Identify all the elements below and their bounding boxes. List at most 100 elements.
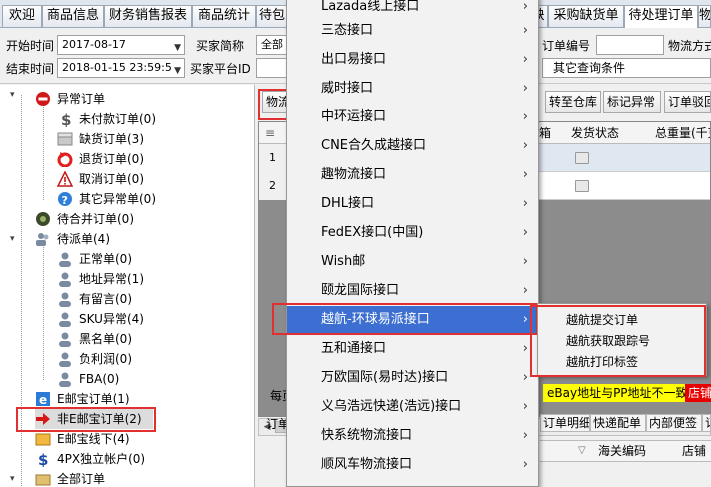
- detail-header-cell[interactable]: 店铺: [682, 440, 706, 462]
- menu-item-label: 快系统物流接口: [321, 428, 413, 443]
- order-no-label: 订单编号: [542, 39, 591, 53]
- menu-item-quwuliu[interactable]: 趣物流接口 ›: [287, 161, 538, 189]
- other-query-select[interactable]: 其它查询条件: [542, 58, 711, 78]
- menu-item-label: 越航-环球易派接口: [321, 312, 430, 327]
- tree-item-label: 缺货订单(3): [79, 132, 144, 146]
- submenu-get-tracking[interactable]: 越航获取跟踪号: [538, 330, 706, 352]
- sort-icon[interactable]: ▽: [578, 440, 586, 462]
- chevron-right-icon: ›: [522, 167, 528, 182]
- grid-menu-icon[interactable]: ≡: [265, 122, 275, 144]
- menu-item-label: 出口易接口: [321, 52, 387, 67]
- menu-item-zhonghuanyun[interactable]: 中环运接口 ›: [287, 103, 538, 131]
- tab-product-stats[interactable]: 商品统计: [192, 5, 256, 27]
- grid-header-cell[interactable]: 总重量(千克: [655, 122, 710, 144]
- menu-item-dhl[interactable]: DHL接口 ›: [287, 190, 538, 218]
- start-time-field[interactable]: 2017-08-17 ▼: [57, 35, 185, 55]
- warning-icon: [57, 171, 73, 187]
- warning-store: 店铺E: [685, 384, 711, 402]
- submenu-print-label[interactable]: 越航打印标签: [538, 351, 706, 373]
- menu-item-label: FedEX接口(中国): [321, 225, 424, 240]
- other-query-value: 其它查询条件: [553, 61, 626, 75]
- chevron-right-icon: ›: [522, 23, 528, 38]
- menu-item-cne[interactable]: CNE合久成越接口 ›: [287, 132, 538, 160]
- menu-item-label: Wish邮: [321, 254, 366, 269]
- tab-pending-orders[interactable]: 待处理订单: [624, 5, 698, 28]
- collapse-icon[interactable]: ▾: [10, 235, 19, 244]
- chevron-right-icon: ›: [522, 370, 528, 385]
- folder-icon: [35, 433, 51, 446]
- menu-item-yuehang[interactable]: 越航-环球易派接口 ›: [287, 306, 538, 334]
- chevron-right-icon: ›: [522, 312, 528, 327]
- menu-item-santai[interactable]: 三态接口 ›: [287, 17, 538, 45]
- buyer-platform-label: 买家平台ID: [190, 62, 251, 76]
- tab-purchase-shortage[interactable]: 采购缺货单: [548, 5, 624, 27]
- tree-item-label: 其它异常单(0): [79, 192, 156, 206]
- menu-item-haoyuan[interactable]: 义乌浩远快递(浩远)接口 ›: [287, 393, 538, 421]
- end-time-field[interactable]: 2018-01-15 23:59:5 ▼: [57, 58, 185, 78]
- tab-pending-pack[interactable]: 待包: [256, 5, 288, 27]
- menu-item-label: 威时接口: [321, 81, 374, 96]
- tab-order-detail[interactable]: 订单明细: [540, 414, 590, 432]
- tree-item-label: E邮宝订单(1): [57, 392, 130, 406]
- order-review-button[interactable]: 订单驳回: [664, 91, 711, 113]
- tab-express-assign[interactable]: 快递配单: [590, 414, 646, 432]
- logistics-label: 物流方式: [668, 39, 711, 53]
- menu-item-label: 中环运接口: [321, 109, 387, 124]
- chevron-right-icon: ›: [522, 283, 528, 298]
- chevron-right-icon: ›: [522, 196, 528, 211]
- user-icon: [59, 252, 71, 267]
- svg-text:$: $: [38, 451, 48, 467]
- submenu-submit-order[interactable]: 越航提交订单: [538, 309, 706, 331]
- menu-item-weishi[interactable]: 威时接口 ›: [287, 75, 538, 103]
- dollar-icon: $: [61, 111, 71, 127]
- package-icon: [575, 152, 589, 164]
- svg-text:?: ?: [62, 194, 68, 207]
- e-icon: e: [36, 392, 50, 407]
- menu-item-wanou[interactable]: 万欧国际(易时达)接口 ›: [287, 364, 538, 392]
- order-no-input[interactable]: [596, 35, 664, 55]
- question-icon: ?: [58, 192, 72, 207]
- tree-item-label: E邮宝线下(4): [57, 432, 130, 446]
- menu-item-kuaixitong[interactable]: 快系统物流接口 ›: [287, 422, 538, 450]
- user-icon: [59, 312, 71, 327]
- tree-item-label: 异常订单: [57, 92, 106, 106]
- tree-item-label: 未付款订单(0): [79, 112, 156, 126]
- tab-product-info[interactable]: 商品信息: [42, 5, 104, 27]
- tab-order-more[interactable]: 订单: [702, 414, 711, 432]
- buyer-short-select[interactable]: 全部: [256, 35, 288, 55]
- menu-item-label: 顺风车物流接口: [321, 457, 413, 472]
- menu-item-yilong[interactable]: 颐龙国际接口 ›: [287, 277, 538, 305]
- submenu-item-label: 越航获取跟踪号: [566, 334, 651, 348]
- order-tree: ▾ 异常订单 $ 未付款订单(0) 缺货订单(3) 退货订单(0) 取消订单(0…: [0, 85, 255, 487]
- menu-item-chukou1[interactable]: 出口易接口 ›: [287, 46, 538, 74]
- tab-logistics[interactable]: 物: [698, 5, 711, 27]
- menu-item-fedex[interactable]: FedEX接口(中国) ›: [287, 219, 538, 247]
- menu-item-label: DHL接口: [321, 196, 375, 211]
- mark-exception-button[interactable]: 标记异常: [603, 91, 661, 113]
- menu-item-label: 三态接口: [321, 23, 374, 38]
- tree-item-label: FBA(0): [79, 372, 120, 386]
- grid-header-cell[interactable]: 发货状态: [571, 122, 619, 144]
- package-icon: [575, 180, 589, 192]
- to-warehouse-button[interactable]: 转至仓库: [545, 91, 601, 113]
- chevron-right-icon: ›: [522, 109, 528, 124]
- buyer-platform-input[interactable]: [256, 58, 288, 78]
- tab-internal-note[interactable]: 内部便签: [646, 414, 702, 432]
- svg-text:$: $: [61, 111, 71, 127]
- tab-welcome[interactable]: 欢迎: [2, 5, 42, 27]
- detail-header-cell[interactable]: 海关编码: [598, 440, 646, 462]
- user-icon: [59, 372, 71, 387]
- menu-item-wish[interactable]: Wish邮 ›: [287, 248, 538, 276]
- menu-item-wuhetong[interactable]: 五和通接口 ›: [287, 335, 538, 363]
- tab-finance-report[interactable]: 财务销售报表: [104, 5, 192, 27]
- menu-item-shunfengche[interactable]: 顺风车物流接口 ›: [287, 451, 538, 479]
- collapse-icon[interactable]: ▾: [10, 91, 19, 100]
- gear-icon: [36, 212, 50, 226]
- tree-item-non-epacket-orders[interactable]: 非E邮宝订单(2): [35, 409, 153, 429]
- logistics-interface-menu: Lazada线上接口 › 三态接口 › 出口易接口 › 威时接口 › 中环运接口 › CN…: [286, 0, 539, 487]
- grid-header-cell[interactable]: 箱: [539, 122, 551, 144]
- tree-item-label: 全部订单: [57, 472, 106, 486]
- svg-text:e: e: [39, 393, 47, 407]
- chevron-right-icon: ›: [522, 457, 528, 472]
- collapse-icon[interactable]: ▾: [10, 475, 19, 484]
